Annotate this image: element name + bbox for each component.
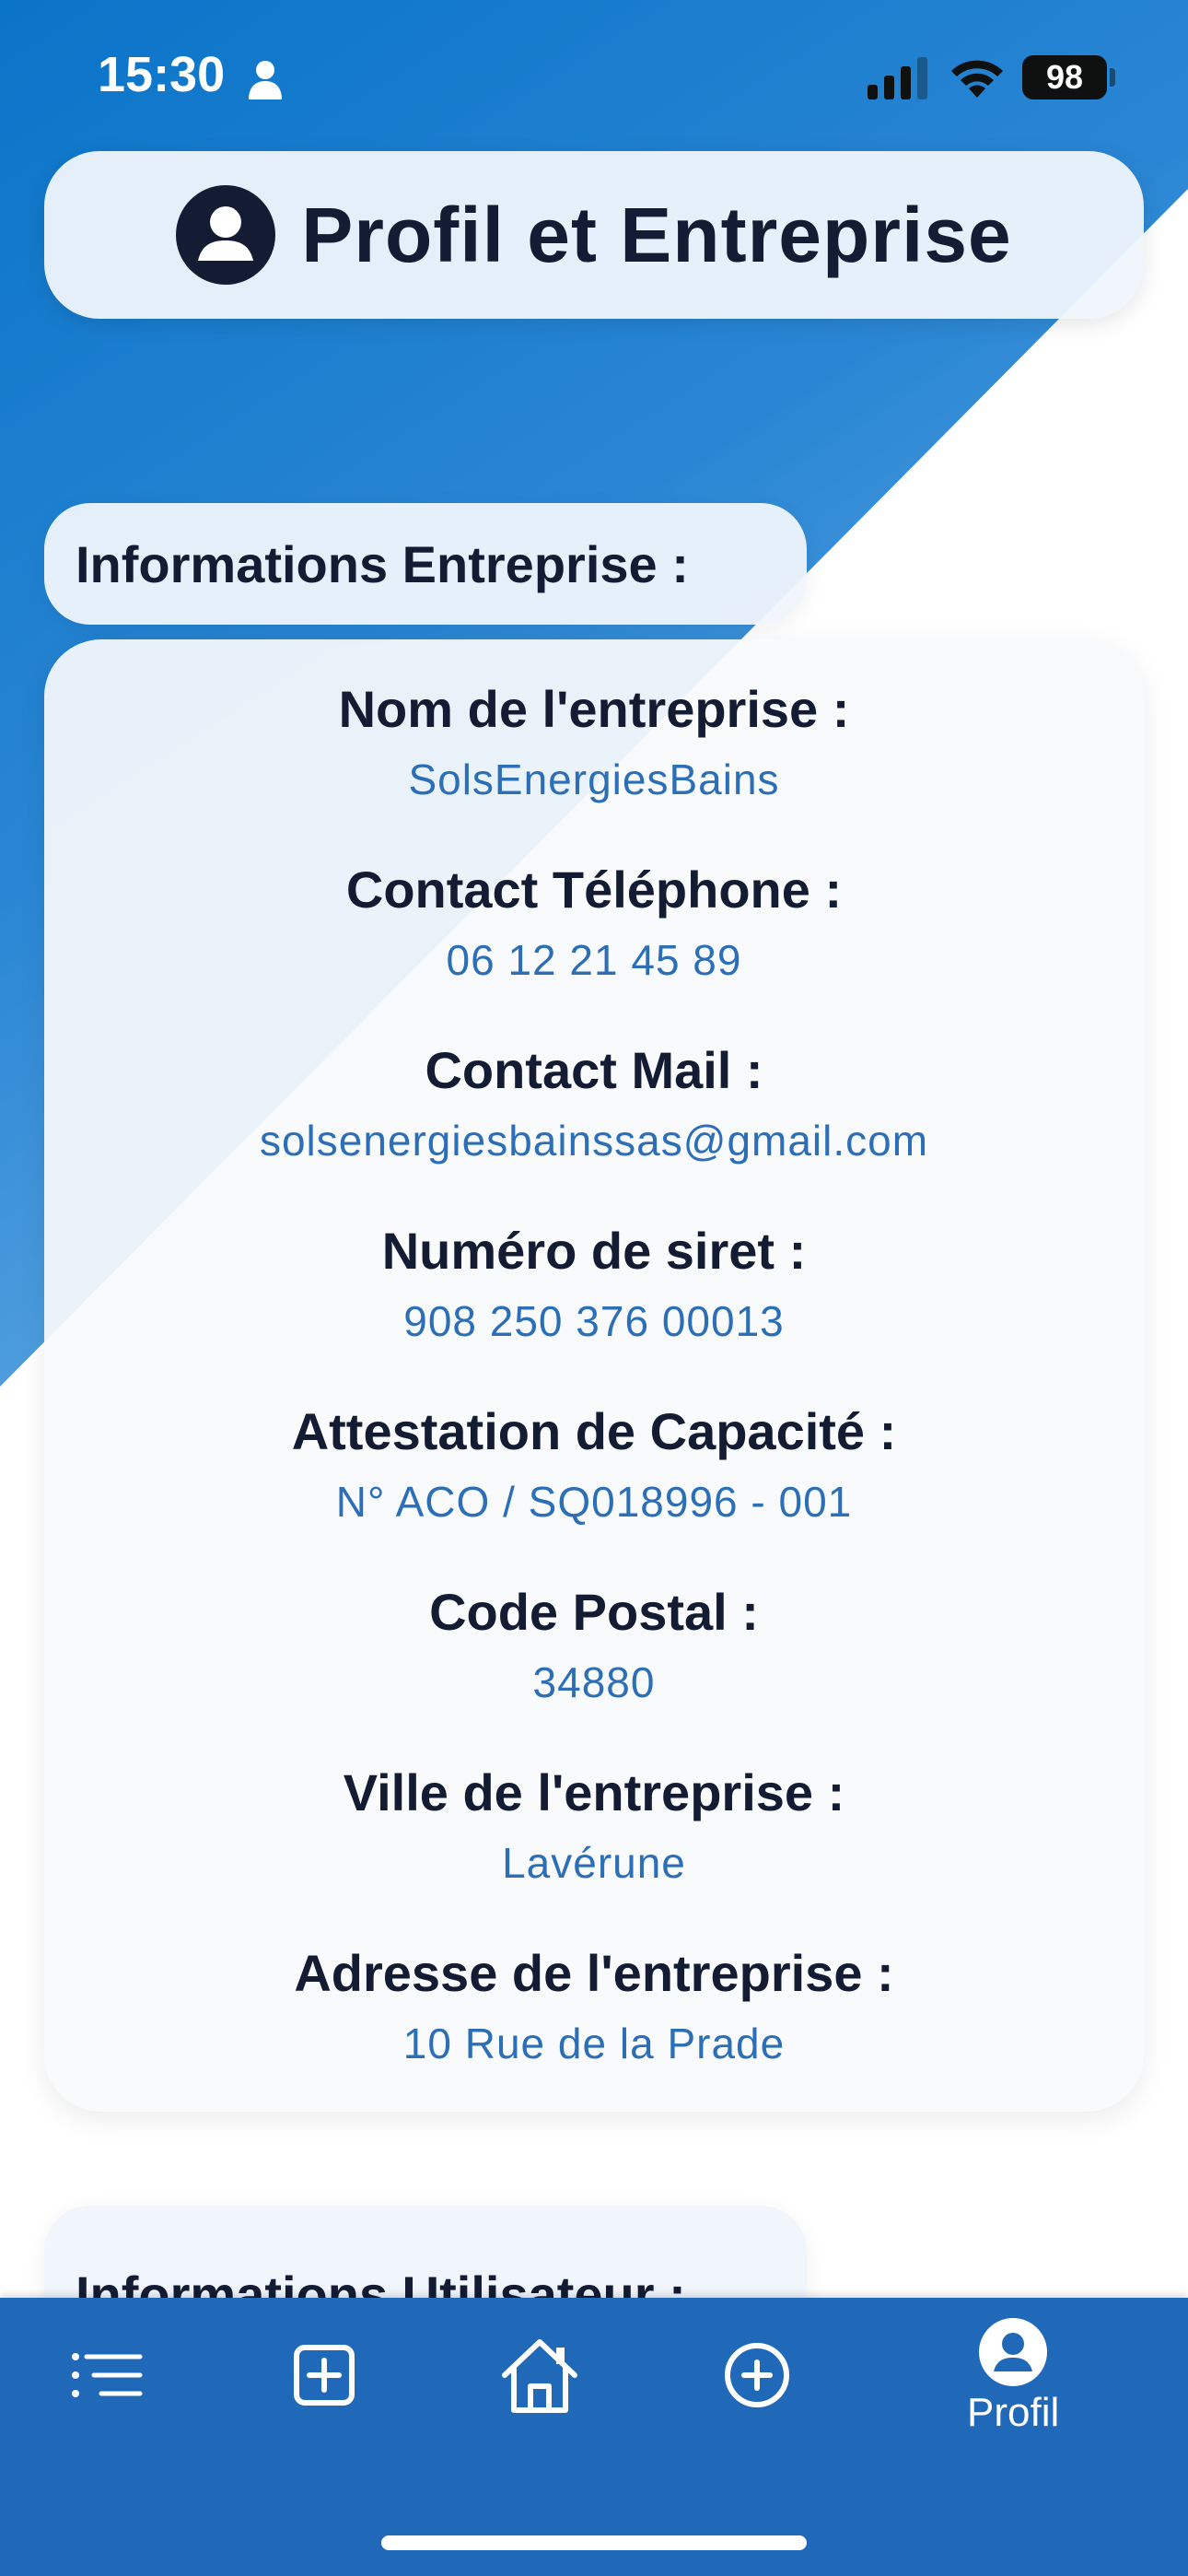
info-value: 908 250 376 00013 (403, 1297, 785, 1345)
info-value: SolsEnergiesBains (408, 755, 780, 803)
company-info-card: Nom de l'entreprise : SolsEnergiesBains … (44, 639, 1144, 2112)
profile-icon (979, 2318, 1048, 2386)
info-value: 06 12 21 45 89 (446, 936, 742, 984)
info-item-capacity: Attestation de Capacité : N° ACO / SQ018… (44, 1399, 1144, 1529)
page-header: Profil et Entreprise (44, 151, 1144, 319)
info-label: Nom de l'entreprise : (338, 680, 850, 738)
info-item-city: Ville de l'entreprise : Lavérune (44, 1760, 1144, 1891)
status-time: 15:30 (98, 47, 226, 102)
info-value: N° ACO / SQ018996 - 001 (335, 1478, 853, 1526)
info-item-postal-code: Code Postal : 34880 (44, 1579, 1144, 1710)
plus-square-icon (294, 2345, 355, 2406)
list-icon (72, 2353, 143, 2397)
info-item-company-name: Nom de l'entreprise : SolsEnergiesBains (44, 676, 1144, 807)
info-label: Numéro de siret : (381, 1222, 807, 1280)
section-title-company: Informations Entreprise : (44, 503, 807, 625)
info-label: Ville de l'entreprise : (343, 1763, 845, 1821)
info-item-email: Contact Mail : solsenergiesbainssas@gmai… (44, 1037, 1144, 1168)
home-icon (502, 2339, 577, 2413)
nav-label-profile: Profil (967, 2390, 1060, 2435)
battery-indicator: 98 (1022, 55, 1107, 100)
nav-item-add-document[interactable] (285, 2336, 363, 2414)
bottom-navigation: Profil (0, 2298, 1188, 2576)
nav-item-profile[interactable]: Profil (967, 2318, 1059, 2436)
info-value: 34880 (532, 1658, 656, 1706)
info-value: solsenergiesbainssas@gmail.com (259, 1117, 929, 1165)
profile-icon (176, 185, 276, 285)
info-value: 10 Rue de la Prade (402, 2020, 786, 2067)
person-icon (249, 61, 282, 100)
status-bar: 15:30 98 (0, 0, 1188, 157)
info-label: Code Postal : (429, 1583, 759, 1641)
info-value: Lavérune (502, 1839, 686, 1887)
info-label: Contact Téléphone : (345, 861, 843, 919)
section-title-company-label: Informations Entreprise : (76, 534, 689, 593)
nav-item-list[interactable] (66, 2336, 144, 2414)
nav-item-home[interactable] (499, 2335, 580, 2416)
info-label: Attestation de Capacité : (291, 1402, 897, 1460)
plus-circle-icon (725, 2343, 789, 2407)
wifi-icon (951, 60, 1003, 98)
page-title: Profil et Entreprise (301, 191, 1012, 278)
info-item-phone: Contact Téléphone : 06 12 21 45 89 (44, 857, 1144, 988)
info-label: Adresse de l'entreprise : (294, 1944, 894, 2002)
info-label: Contact Mail : (425, 1041, 763, 1099)
home-indicator[interactable] (381, 2535, 807, 2550)
info-item-address: Adresse de l'entreprise : 10 Rue de la P… (44, 1940, 1144, 2071)
nav-item-add[interactable] (718, 2336, 796, 2414)
battery-tip (1110, 68, 1115, 87)
cellular-signal-icon (868, 57, 927, 100)
info-item-siret: Numéro de siret : 908 250 376 00013 (44, 1218, 1144, 1349)
